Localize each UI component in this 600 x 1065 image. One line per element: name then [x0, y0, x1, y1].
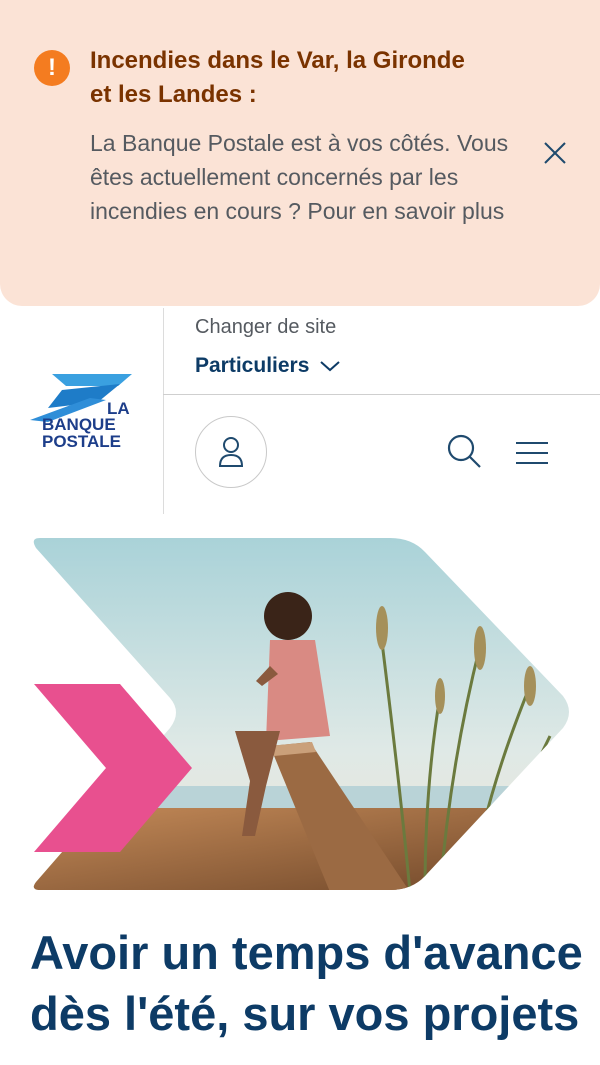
- account-button[interactable]: [195, 416, 267, 488]
- exclamation-icon: !: [34, 50, 70, 86]
- header-horizontal-divider: [163, 394, 600, 395]
- bank-logo[interactable]: LA BANQUE POSTALE: [28, 370, 138, 454]
- search-icon[interactable]: [444, 432, 484, 472]
- change-site-label: Changer de site: [195, 316, 337, 338]
- alert-body-link[interactable]: La Banque Postale est à vos côtés. Vous …: [90, 126, 510, 228]
- hero-image: [33, 538, 569, 890]
- alert-title: Incendies dans le Var, la Gironde et les…: [90, 47, 465, 108]
- user-icon: [218, 437, 244, 467]
- close-icon[interactable]: [538, 136, 572, 170]
- header-vertical-divider: [163, 308, 164, 514]
- chevron-down-icon: [320, 361, 341, 372]
- hamburger-menu-icon[interactable]: [513, 436, 551, 470]
- alert-banner: ! Incendies dans le Var, la Gironde et l…: [0, 0, 600, 306]
- hero-headline: Avoir un temps d'avance dès l'été, sur v…: [30, 926, 583, 1040]
- logo-line-3: POSTALE: [42, 432, 121, 451]
- site-selector-dropdown[interactable]: Particuliers: [195, 350, 341, 382]
- site-selected-value: Particuliers: [195, 354, 310, 377]
